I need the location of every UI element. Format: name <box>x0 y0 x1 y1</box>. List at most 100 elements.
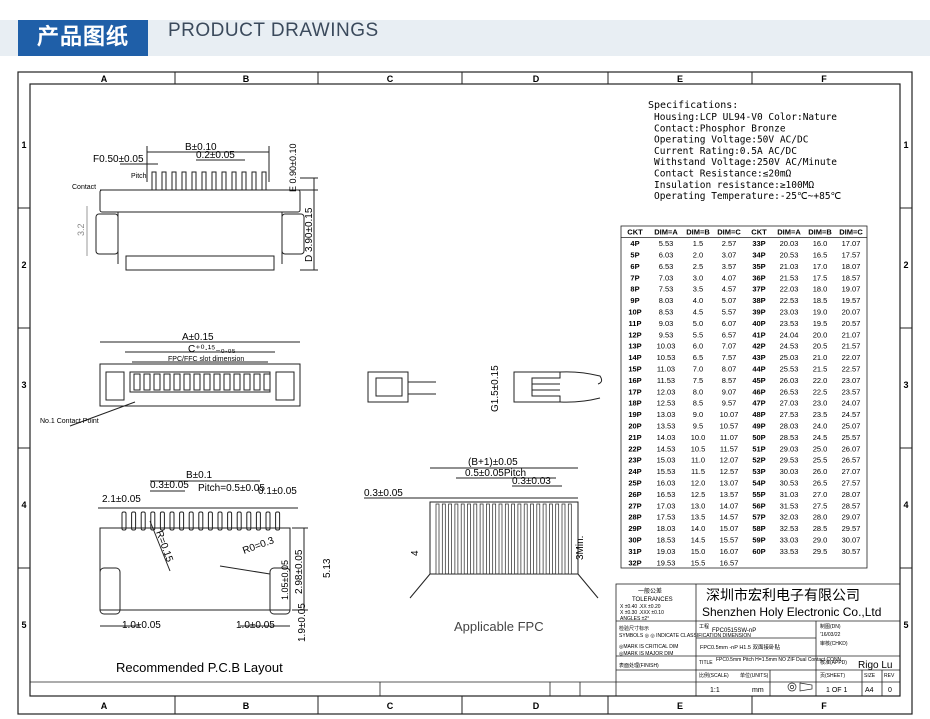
table-cell: 10.5 <box>691 444 706 453</box>
table-cell: 28.57 <box>842 501 861 510</box>
table-cell: 50P <box>752 433 765 442</box>
tol-line3: ANGLES ±2° <box>620 616 649 622</box>
table-cell: 28.07 <box>842 490 861 499</box>
pad <box>207 511 213 531</box>
table-cell: 24.04 <box>780 330 799 339</box>
table-cell: 13.0 <box>691 501 706 510</box>
table-cell: 25P <box>628 479 641 488</box>
table-cell: 36P <box>752 273 765 282</box>
mark-critical: ◎MARK IS CRITICAL DIM <box>619 644 678 650</box>
table-cell: 25.5 <box>813 456 828 465</box>
table-cell: 16.0 <box>813 239 828 248</box>
table-cell: 16.5 <box>813 251 828 260</box>
pad <box>121 511 127 531</box>
table-cell: 17.5 <box>813 273 828 282</box>
table-cell: 8.0 <box>693 387 703 396</box>
dim-r03: R0=0.3 <box>241 535 276 557</box>
label-contact: Contact <box>72 184 96 191</box>
pin <box>261 171 267 191</box>
section-view <box>367 371 603 403</box>
zone-col-D: D <box>533 74 540 84</box>
projection-symbol-icon <box>787 682 813 692</box>
table-cell: 21.57 <box>842 342 861 351</box>
table-cell: 23.57 <box>842 387 861 396</box>
appd-label: 核准(APPD) <box>820 659 847 666</box>
label-pcb: Recommended P.C.B Layout <box>116 660 283 675</box>
table-cell: 21.07 <box>842 330 861 339</box>
table-cell: 13.07 <box>720 479 739 488</box>
drawn-label: 制图(DN) <box>820 623 841 630</box>
table-cell: 25.03 <box>780 353 799 362</box>
dim-p03: 0.3±0.05 <box>150 480 189 491</box>
slot <box>243 373 251 391</box>
table-cell: 1.5 <box>693 239 703 248</box>
table-cell: 21.03 <box>780 262 799 271</box>
unit-label: 单位(UNITS) <box>740 672 769 679</box>
table-cell: 22.53 <box>780 296 799 305</box>
table-cell: 3.0 <box>693 273 703 282</box>
table-cell: 29.57 <box>842 524 861 533</box>
table-cell: 47P <box>752 399 765 408</box>
table-cell: 20P <box>628 422 641 431</box>
table-header: CKT <box>751 228 767 237</box>
zone-row-2: 2 <box>21 260 26 270</box>
table-cell: 7.53 <box>659 285 674 294</box>
table-cell: 18.5 <box>813 296 828 305</box>
table-cell: 4.0 <box>693 296 703 305</box>
table-cell: 29.07 <box>842 513 861 522</box>
table-cell: 38P <box>752 296 765 305</box>
dim-v03b: 0.3±0.05 <box>364 488 403 499</box>
table-cell: 18P <box>628 399 641 408</box>
zone-row-3: 3 <box>903 380 908 390</box>
table-cell: 17.53 <box>657 513 676 522</box>
table-cell: 13.5 <box>691 513 706 522</box>
pin <box>231 171 237 191</box>
table-cell: 54P <box>752 479 765 488</box>
table-cell: 5.07 <box>722 296 737 305</box>
fpc-finger <box>435 503 440 575</box>
table-cell: 10.07 <box>720 410 739 419</box>
table-cell: 41P <box>752 330 765 339</box>
size-label: SIZE <box>864 673 876 679</box>
table-cell: 7.5 <box>693 376 703 385</box>
code-value: FPC0515SW-nP <box>712 628 756 634</box>
table-cell: 19.03 <box>657 547 676 556</box>
table-cell: 16.53 <box>657 490 676 499</box>
table-cell: 9.0 <box>693 410 703 419</box>
table-cell: 26.57 <box>842 456 861 465</box>
table-cell: 19P <box>628 410 641 419</box>
slot <box>173 373 181 391</box>
table-cell: 33.53 <box>780 547 799 556</box>
fpc-finger <box>498 503 503 575</box>
scale-label: 比例(SCALE) <box>699 672 729 679</box>
table-cell: 32.53 <box>780 524 799 533</box>
table-cell: 29.0 <box>813 536 828 545</box>
table-cell: 6P <box>630 262 639 271</box>
table-cell: 16.57 <box>720 558 739 567</box>
dim-c005: C⁺⁰·¹⁵₋₀.₀₅ <box>188 344 236 355</box>
pad <box>227 511 233 531</box>
table-cell: 28P <box>628 513 641 522</box>
table-cell: 19.0 <box>813 308 828 317</box>
tol-en: TOLERANCES <box>632 597 673 603</box>
table-cell: 43P <box>752 353 765 362</box>
front-view-slots <box>133 373 271 391</box>
title-label: TITLE <box>699 660 713 666</box>
table-cell: 45P <box>752 376 765 385</box>
fpc-finger <box>460 503 465 575</box>
table-cell: 3.57 <box>722 262 737 271</box>
slot <box>153 373 161 391</box>
table-cell: 2.57 <box>722 239 737 248</box>
dim-p02: 0.2±0.05 <box>196 150 235 161</box>
table-cell: 39P <box>752 308 765 317</box>
table-cell: 14.5 <box>691 536 706 545</box>
table-cell: 19.5 <box>813 319 828 328</box>
size-value: A4 <box>865 687 874 694</box>
finish-label: 表面处理(FINISH) <box>619 662 659 669</box>
table-cell: 51P <box>752 444 765 453</box>
label-slot: FPC/FFC slot dimension <box>168 356 244 363</box>
table-cell: 8P <box>630 285 639 294</box>
table-cell: 6.03 <box>659 251 674 260</box>
table-cell: 18.0 <box>813 285 828 294</box>
slot <box>223 373 231 391</box>
